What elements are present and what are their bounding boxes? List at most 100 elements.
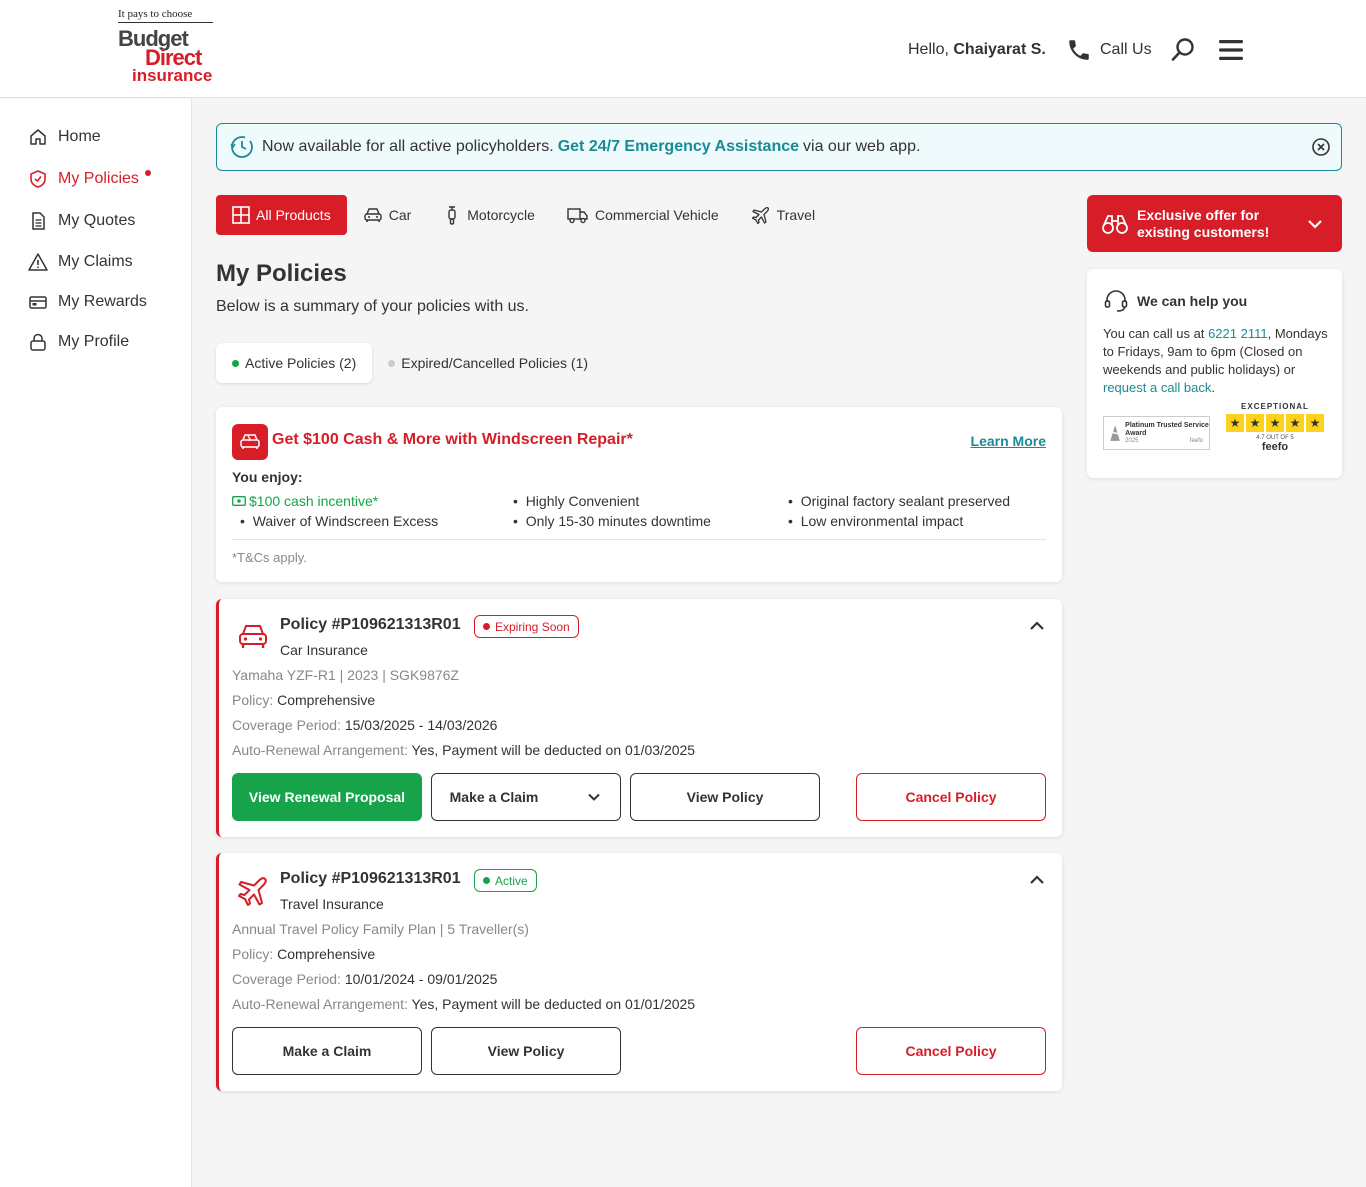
- cancel-policy-button[interactable]: Cancel Policy: [856, 773, 1046, 821]
- tab-travel[interactable]: Travel: [735, 195, 831, 235]
- feefo-logo: feefo: [1261, 441, 1289, 453]
- tab-commercial-vehicle[interactable]: Commercial Vehicle: [551, 195, 735, 235]
- logo-line-2: Direct: [145, 45, 202, 70]
- help-title: We can help you: [1137, 293, 1248, 309]
- sidebar: Home My Policies My Quotes My Claims My …: [0, 99, 192, 1187]
- sidebar-item-label: My Profile: [58, 333, 130, 350]
- collapse-button[interactable]: [1028, 617, 1046, 640]
- field-label: Auto-Renewal Arrangement:: [232, 996, 408, 1012]
- view-policy-button[interactable]: View Policy: [630, 773, 820, 821]
- grid-icon: [232, 206, 250, 224]
- promo-title: Get $100 Cash & More with Windscreen Rep…: [272, 431, 633, 448]
- you-enjoy-label: You enjoy:: [232, 469, 303, 485]
- sidebar-item-label: Home: [58, 128, 101, 145]
- view-policy-button[interactable]: View Policy: [431, 1027, 621, 1075]
- phone-icon: [1069, 40, 1089, 60]
- user-greeting: Hello, Chaiyarat S.: [908, 36, 1046, 64]
- request-call-back-link[interactable]: request a call back: [1103, 380, 1211, 395]
- benefit-label: Waiver of Windscreen Excess: [252, 513, 439, 529]
- policy-card-travel: Policy #P109621313R01 Active Travel Insu…: [216, 853, 1062, 1091]
- sidebar-item-home[interactable]: Home: [28, 125, 101, 149]
- benefit-item: • Original factory sealant preserved: [788, 493, 1011, 509]
- award-text-block: Platinum Trusted Service Award 2025 feefo: [1125, 422, 1209, 444]
- exclusive-offer-dropdown[interactable]: Exclusive offer for existing customers!: [1087, 195, 1342, 252]
- award-logo-icon: [1109, 425, 1121, 441]
- budget-direct-logo[interactable]: It pays to choose Budget Direct insuranc…: [118, 8, 218, 84]
- home-icon: [30, 129, 46, 145]
- tab-car[interactable]: Car: [347, 195, 428, 235]
- cancel-policy-button[interactable]: Cancel Policy: [856, 1027, 1046, 1075]
- help-card: We can help you You can call us at 6221 …: [1087, 269, 1342, 478]
- cash-icon: [232, 496, 246, 506]
- warning-icon: [28, 253, 48, 271]
- sidebar-item-my-quotes[interactable]: My Quotes: [28, 209, 135, 233]
- divider: [232, 539, 1046, 540]
- sidebar-item-my-rewards[interactable]: My Rewards: [28, 290, 147, 314]
- benefit-label: Only 15-30 minutes downtime: [525, 513, 711, 529]
- award-brand: feefo: [1189, 438, 1204, 444]
- tab-expired-policies[interactable]: Expired/Cancelled Policies (1): [372, 343, 604, 383]
- page-title: My Policies: [216, 260, 347, 287]
- chevron-down-icon: [1308, 220, 1322, 229]
- status-label: Expiring Soon: [495, 619, 570, 634]
- collapse-button[interactable]: [1028, 871, 1046, 894]
- windscreen-repair-icon: [232, 424, 268, 460]
- tab-label: Travel: [776, 207, 816, 223]
- close-banner-button[interactable]: [1311, 137, 1331, 162]
- status-badge: Expiring Soon: [474, 615, 579, 638]
- search-icon: [1171, 38, 1194, 61]
- learn-more-link[interactable]: Learn More: [971, 433, 1046, 449]
- make-a-claim-button[interactable]: Make a Claim: [232, 1027, 422, 1075]
- sidebar-item-my-policies[interactable]: My Policies: [28, 167, 151, 191]
- benefit-item: • Low environmental impact: [788, 513, 964, 529]
- field-label: Policy:: [232, 692, 274, 708]
- menu-button[interactable]: [1218, 36, 1244, 64]
- button-label: Make a Claim: [449, 789, 539, 805]
- benefit-item: $100 cash incentive*: [232, 493, 378, 509]
- benefit-label: Original factory sealant preserved: [800, 493, 1011, 509]
- benefit-label: $100 cash incentive*: [249, 493, 379, 509]
- tab-label: All Products: [256, 207, 331, 223]
- auto-renewal: Auto-Renewal Arrangement: Yes, Payment w…: [232, 742, 695, 758]
- sidebar-item-label: My Claims: [58, 253, 133, 270]
- field-label: Coverage Period:: [232, 971, 341, 987]
- card-icon: [29, 296, 47, 309]
- status-label: Active: [495, 873, 528, 888]
- sidebar-item-my-profile[interactable]: My Profile: [28, 330, 129, 354]
- make-a-claim-dropdown[interactable]: Make a Claim: [431, 773, 621, 821]
- emergency-assistance-link[interactable]: Get 24/7 Emergency Assistance: [558, 138, 799, 156]
- status-dot: [483, 877, 490, 884]
- tab-all-products[interactable]: All Products: [216, 195, 347, 235]
- feefo-stars: ★ ★ ★ ★ ★: [1225, 414, 1325, 432]
- search-button[interactable]: [1170, 36, 1196, 64]
- headset-icon: [1104, 290, 1128, 312]
- policy-details: Annual Travel Policy Family Plan | 5 Tra…: [232, 921, 529, 937]
- sidebar-item-my-claims[interactable]: My Claims: [28, 250, 133, 274]
- notification-dot: [144, 170, 151, 176]
- product-tabs: All Products Car Motorcycle Commercial V…: [216, 195, 831, 235]
- tab-motorcycle[interactable]: Motorcycle: [427, 195, 551, 235]
- chevron-down-icon: [588, 793, 601, 801]
- shield-icon: [30, 170, 46, 188]
- coverage-period: Coverage Period: 10/01/2024 - 09/01/2025: [232, 971, 497, 987]
- benefit-item: • Waiver of Windscreen Excess: [240, 513, 439, 529]
- help-heading: We can help you: [1103, 288, 1247, 314]
- tab-label: Commercial Vehicle: [594, 207, 719, 223]
- terms-note: *T&Cs apply.: [232, 550, 307, 565]
- benefit-label: Highly Convenient: [525, 493, 640, 509]
- status-badge: Active: [474, 869, 537, 892]
- close-icon: [1312, 138, 1330, 156]
- view-renewal-proposal-button[interactable]: View Renewal Proposal: [232, 773, 422, 821]
- auto-renewal: Auto-Renewal Arrangement: Yes, Payment w…: [232, 996, 695, 1012]
- plane-icon: [238, 877, 267, 906]
- tab-active-policies[interactable]: Active Policies (2): [216, 343, 373, 383]
- phone-number-link[interactable]: 6221 2111: [1208, 326, 1268, 341]
- field-value: Comprehensive: [277, 946, 376, 962]
- windscreen-promo-card: Get $100 Cash & More with Windscreen Rep…: [216, 407, 1062, 582]
- page-subtitle: Below is a summary of your policies with…: [216, 298, 529, 315]
- policy-type: Travel Insurance: [280, 896, 384, 912]
- call-us-button[interactable]: Call Us: [1066, 36, 1152, 64]
- star-icon: ★: [1306, 414, 1324, 432]
- call-us-label: Call Us: [1100, 41, 1152, 58]
- policy-coverage-type: Policy: Comprehensive: [232, 946, 375, 962]
